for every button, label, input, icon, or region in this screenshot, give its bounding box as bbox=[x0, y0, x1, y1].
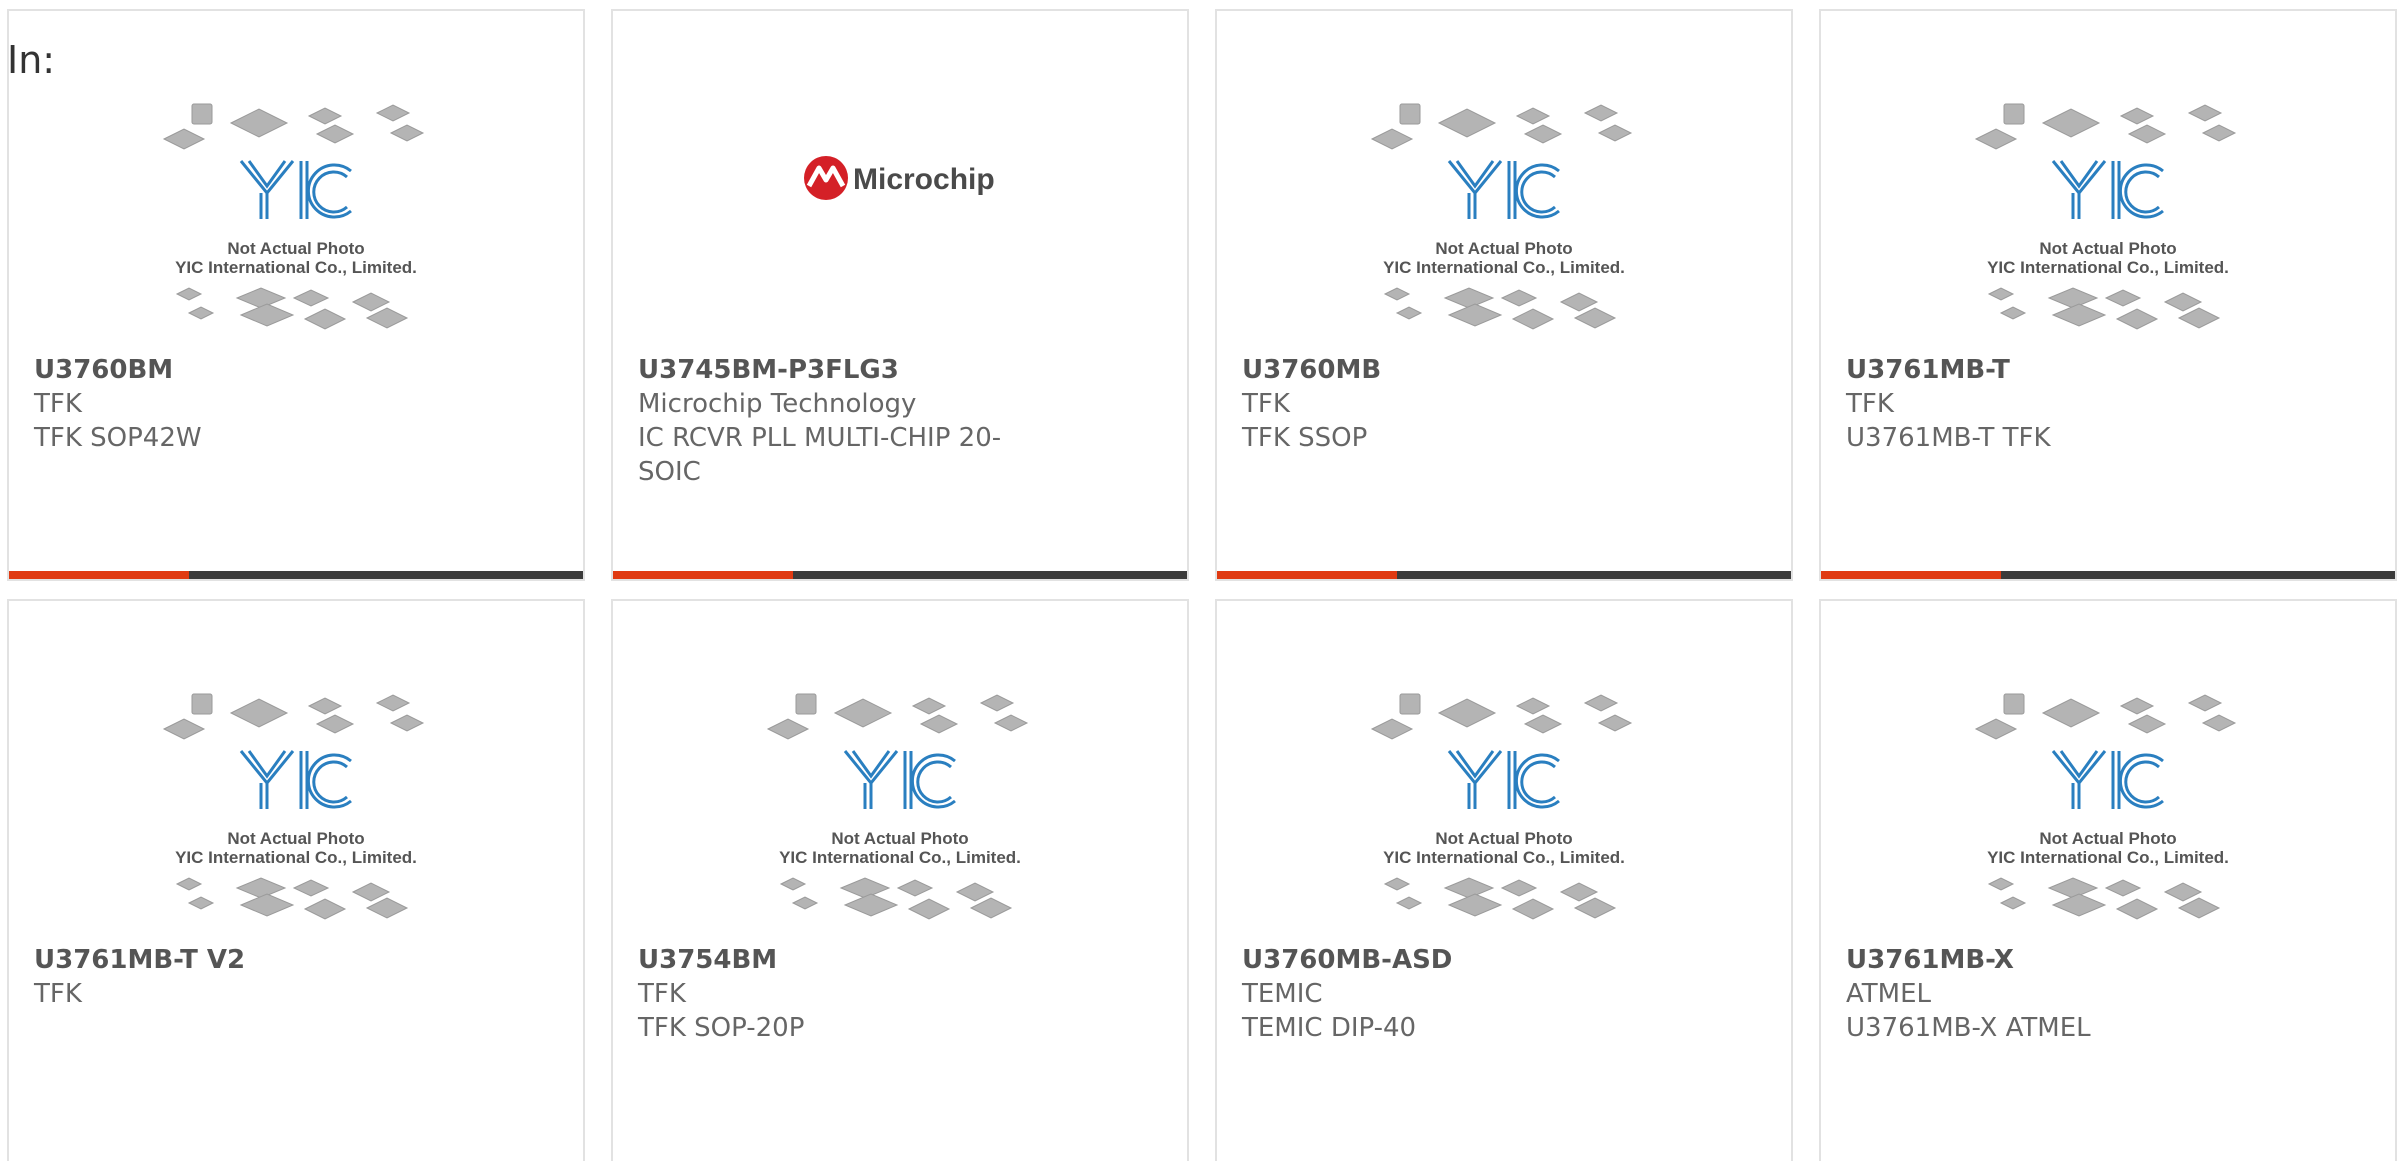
not-actual-photo-image: Not Actual Photo YIC International Co., … bbox=[1974, 693, 2237, 920]
description: TEMIC DIP-40 bbox=[1242, 1013, 1417, 1043]
manufacturer: TFK bbox=[1242, 389, 1290, 419]
svg-text:Not Actual Photo: Not Actual Photo bbox=[2039, 239, 2176, 258]
part-number-link[interactable]: U3745BM-P3FLG3 bbox=[638, 353, 1038, 387]
svg-text:YIC International Co., Limited: YIC International Co., Limited. bbox=[1383, 258, 1625, 277]
part-number-link[interactable]: U3761MB-T V2 bbox=[34, 943, 434, 977]
product-card[interactable]: Not Actual Photo YIC International Co., … bbox=[7, 599, 585, 1161]
product-grid-page: In: Not Actual Photo YIC International C… bbox=[0, 0, 2400, 1161]
part-number-link[interactable]: U3760BM bbox=[34, 353, 434, 387]
description: U3761MB-X ATMEL bbox=[1846, 1013, 2091, 1043]
description: IC RCVR PLL MULTI-CHIP 20-SOIC bbox=[638, 423, 1002, 487]
product-image[interactable]: Not Actual Photo YIC International Co., … bbox=[9, 11, 583, 351]
card-bottom-accent bbox=[1821, 571, 2001, 579]
product-card[interactable]: Not Actual Photo YIC International Co., … bbox=[7, 9, 585, 581]
card-bottom-bar bbox=[1821, 571, 2395, 579]
svg-text:YIC International Co., Limited: YIC International Co., Limited. bbox=[1987, 258, 2229, 277]
manufacturer: ATMEL bbox=[1846, 979, 1931, 1009]
not-actual-photo-image: Not Actual Photo YIC International Co., … bbox=[1974, 103, 2237, 330]
part-number-link[interactable]: U3754BM bbox=[638, 943, 1038, 977]
description: U3761MB-T TFK bbox=[1846, 423, 2051, 453]
manufacturer: TFK bbox=[638, 979, 686, 1009]
product-info: U3761MB-T V2 TFK bbox=[34, 943, 434, 1011]
svg-text:YIC International Co., Limited: YIC International Co., Limited. bbox=[1383, 848, 1625, 867]
product-image[interactable]: Not Actual Photo YIC International Co., … bbox=[9, 601, 583, 941]
product-image[interactable]: Not Actual Photo YIC International Co., … bbox=[1821, 601, 2395, 941]
manufacturer: TFK bbox=[1846, 389, 1894, 419]
card-bottom-bar bbox=[1217, 571, 1791, 579]
not-actual-photo-image: Not Actual Photo YIC International Co., … bbox=[766, 693, 1029, 920]
product-image[interactable]: Not Actual Photo YIC International Co., … bbox=[1217, 11, 1791, 351]
svg-text:YIC International Co., Limited: YIC International Co., Limited. bbox=[779, 848, 1021, 867]
description: TFK SOP42W bbox=[34, 423, 202, 453]
product-image[interactable]: Not Actual Photo YIC International Co., … bbox=[1821, 11, 2395, 351]
svg-text:YIC International Co., Limited: YIC International Co., Limited. bbox=[175, 258, 417, 277]
product-card[interactable]: Not Actual Photo YIC International Co., … bbox=[1215, 599, 1793, 1161]
part-number-link[interactable]: U3760MB bbox=[1242, 353, 1642, 387]
product-info: U3761MB-X ATMEL U3761MB-X ATMEL bbox=[1846, 943, 2246, 1045]
svg-text:YIC International Co., Limited: YIC International Co., Limited. bbox=[175, 848, 417, 867]
product-info: U3754BM TFK TFK SOP-20P bbox=[638, 943, 1038, 1045]
card-bottom-accent bbox=[9, 571, 189, 579]
product-card[interactable]: Not Actual Photo YIC International Co., … bbox=[611, 599, 1189, 1161]
svg-text:YIC International Co., Limited: YIC International Co., Limited. bbox=[1987, 848, 2229, 867]
manufacturer: TFK bbox=[34, 979, 82, 1009]
description: TFK SOP-20P bbox=[638, 1013, 805, 1043]
not-actual-photo-image: Not Actual Photo YIC International Co., … bbox=[1370, 103, 1633, 330]
product-info: U3760MB-ASD TEMIC TEMIC DIP-40 bbox=[1242, 943, 1642, 1045]
svg-text:Microchip: Microchip bbox=[853, 163, 995, 196]
product-card[interactable]: Not Actual Photo YIC International Co., … bbox=[1819, 9, 2397, 581]
product-info: U3760MB TFK TFK SSOP bbox=[1242, 353, 1642, 455]
svg-text:Not Actual Photo: Not Actual Photo bbox=[2039, 829, 2176, 848]
part-number-link[interactable]: U3761MB-X bbox=[1846, 943, 2246, 977]
card-bottom-bar bbox=[613, 571, 1187, 579]
product-card[interactable]: Microchip U3745BM-P3FLG3 Microchip Techno… bbox=[611, 9, 1189, 581]
description: TFK SSOP bbox=[1242, 423, 1368, 453]
product-info: U3760BM TFK TFK SOP42W bbox=[34, 353, 434, 455]
card-bottom-bar bbox=[9, 571, 583, 579]
svg-text:Not Actual Photo: Not Actual Photo bbox=[227, 239, 364, 258]
product-info: U3761MB-T TFK U3761MB-T TFK bbox=[1846, 353, 2246, 455]
not-actual-photo-image: Not Actual Photo YIC International Co., … bbox=[1370, 693, 1633, 920]
product-image[interactable]: Not Actual Photo YIC International Co., … bbox=[613, 601, 1187, 941]
product-image[interactable]: Microchip bbox=[613, 11, 1187, 351]
svg-text:Not Actual Photo: Not Actual Photo bbox=[227, 829, 364, 848]
not-actual-photo-image: Not Actual Photo YIC International Co., … bbox=[162, 103, 425, 330]
product-image[interactable]: Not Actual Photo YIC International Co., … bbox=[1217, 601, 1791, 941]
svg-text:Not Actual Photo: Not Actual Photo bbox=[1435, 239, 1572, 258]
in-label: In: bbox=[7, 38, 56, 82]
manufacturer: Microchip Technology bbox=[638, 389, 917, 419]
product-info: U3745BM-P3FLG3 Microchip Technology IC RCV… bbox=[638, 353, 1038, 489]
part-number-link[interactable]: U3760MB-ASD bbox=[1242, 943, 1642, 977]
card-bottom-accent bbox=[1217, 571, 1397, 579]
manufacturer: TFK bbox=[34, 389, 82, 419]
part-number-link[interactable]: U3761MB-T bbox=[1846, 353, 2246, 387]
svg-text:Not Actual Photo: Not Actual Photo bbox=[1435, 829, 1572, 848]
product-card[interactable]: Not Actual Photo YIC International Co., … bbox=[1215, 9, 1793, 581]
microchip-logo: Microchip bbox=[804, 156, 995, 200]
card-bottom-accent bbox=[613, 571, 793, 579]
not-actual-photo-image: Not Actual Photo YIC International Co., … bbox=[162, 693, 425, 920]
svg-text:Not Actual Photo: Not Actual Photo bbox=[831, 829, 968, 848]
manufacturer: TEMIC bbox=[1242, 979, 1323, 1009]
product-card[interactable]: Not Actual Photo YIC International Co., … bbox=[1819, 599, 2397, 1161]
